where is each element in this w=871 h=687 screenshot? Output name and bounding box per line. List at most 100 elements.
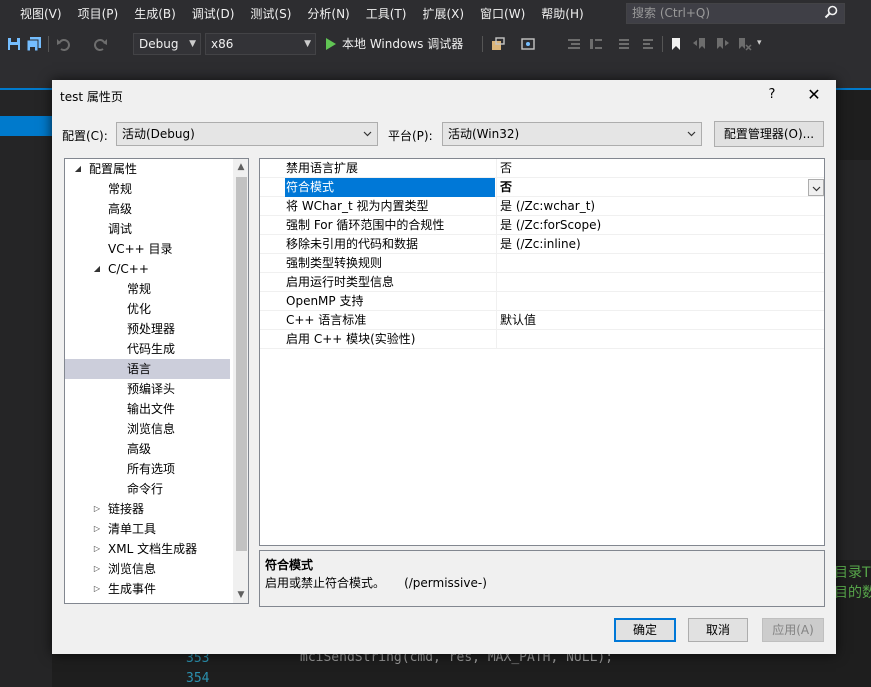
tree-item[interactable]: 预处理器 [65, 319, 230, 339]
platform-select[interactable]: x86 ▼ [205, 33, 316, 55]
configuration-manager-button[interactable]: 配置管理器(O)... [714, 121, 824, 147]
tree-item[interactable]: 输出文件 [65, 399, 230, 419]
comment-icon[interactable] [616, 36, 632, 52]
property-row[interactable]: OpenMP 支持 [260, 292, 824, 311]
property-value[interactable]: 默认值 [496, 311, 808, 330]
toolbar-separator [482, 36, 483, 52]
property-row[interactable]: 将 WChar_t 视为内置类型 是 (/Zc:wchar_t) [260, 197, 824, 216]
menu-build[interactable]: 生成(B) [126, 0, 184, 28]
undo-icon[interactable] [56, 36, 72, 52]
tree-item[interactable]: ▷ 浏览信息 [65, 559, 230, 579]
property-name: 强制类型转换规则 [286, 256, 383, 270]
tree-item[interactable]: VC++ 目录 [65, 239, 230, 259]
property-value[interactable]: 是 (/Zc:wchar_t) [496, 197, 808, 216]
tree-item[interactable]: 所有选项 [65, 459, 230, 479]
tree-item[interactable]: ▷ 生成事件 [65, 579, 230, 599]
property-row[interactable]: 移除未引用的代码和数据 是 (/Zc:inline) [260, 235, 824, 254]
property-row[interactable]: 启用运行时类型信息 [260, 273, 824, 292]
property-value[interactable] [496, 273, 808, 292]
property-row[interactable]: C++ 语言标准 默认值 [260, 311, 824, 330]
bookmark-icon[interactable] [668, 36, 684, 52]
tree-item[interactable]: ◢ C/C++ [65, 259, 230, 279]
property-value[interactable]: 是 (/Zc:inline) [496, 235, 808, 254]
save-icon[interactable] [6, 36, 22, 52]
property-row[interactable]: 符合模式否 [260, 178, 824, 197]
tree-item[interactable]: 命令行 [65, 479, 230, 499]
property-row[interactable]: 强制 For 循环范围中的合规性 是 (/Zc:forScope) [260, 216, 824, 235]
property-value[interactable]: 否 [496, 178, 808, 197]
tree-item[interactable]: 常规 [65, 179, 230, 199]
ok-button[interactable]: 确定 [614, 618, 676, 642]
save-all-icon[interactable] [26, 36, 42, 52]
menu-window[interactable]: 窗口(W) [472, 0, 533, 28]
menu-view[interactable]: 视图(V) [0, 0, 70, 28]
platform-combo[interactable]: 活动(Win32) [442, 122, 702, 146]
tree-item[interactable]: 高级 [65, 439, 230, 459]
tree-scrollbar[interactable]: ▲ ▼ [233, 159, 248, 603]
property-dropdown-button[interactable] [808, 179, 824, 196]
apply-button[interactable]: 应用(A) [762, 618, 824, 642]
collapsed-triangle-icon[interactable]: ▷ [92, 579, 102, 599]
menu-debug[interactable]: 调试(D) [184, 0, 243, 28]
redo-icon[interactable] [92, 36, 108, 52]
config-label: 配置(C): [62, 129, 108, 143]
indent-icon[interactable] [566, 36, 582, 52]
property-row[interactable]: 强制类型转换规则 [260, 254, 824, 273]
clear-bookmarks-icon[interactable] [736, 36, 752, 52]
tree-item-label: 代码生成 [127, 342, 176, 356]
uncomment-icon[interactable] [640, 36, 656, 52]
next-bookmark-icon[interactable] [714, 36, 730, 52]
search-input[interactable]: 搜索 (Ctrl+Q) [626, 3, 845, 24]
collapsed-triangle-icon[interactable]: ▷ [92, 499, 102, 519]
property-value[interactable] [496, 254, 808, 273]
tree-item[interactable]: 调试 [65, 219, 230, 239]
outdent-icon[interactable] [588, 36, 604, 52]
tree-item-label: 所有选项 [127, 462, 176, 476]
property-value[interactable] [496, 292, 808, 311]
menu-test[interactable]: 测试(S) [242, 0, 299, 28]
menu-extensions[interactable]: 扩展(X) [414, 0, 472, 28]
property-value[interactable]: 否 [496, 159, 808, 178]
collapsed-triangle-icon[interactable]: ▷ [92, 539, 102, 559]
tree-item[interactable]: ◢ 配置属性 [65, 159, 230, 179]
tree-item[interactable]: 常规 [65, 279, 230, 299]
tree-item[interactable]: 优化 [65, 299, 230, 319]
collapsed-triangle-icon[interactable]: ▷ [92, 519, 102, 539]
solution-explorer-icon[interactable] [520, 36, 536, 52]
scroll-down-icon[interactable]: ▼ [233, 587, 248, 603]
cancel-button[interactable]: 取消 [688, 618, 748, 642]
tree-item[interactable]: ▷ XML 文档生成器 [65, 539, 230, 559]
property-row[interactable]: 启用 C++ 模块(实验性) [260, 330, 824, 349]
tree-item[interactable]: 预编译头 [65, 379, 230, 399]
tree-item-label: 命令行 [127, 482, 164, 496]
overflow-chevron-icon[interactable]: ▾ [757, 38, 762, 48]
scroll-up-icon[interactable]: ▲ [233, 159, 248, 175]
menu-help[interactable]: 帮助(H) [533, 0, 591, 28]
tree-item[interactable]: 代码生成 [65, 339, 230, 359]
scrollbar-thumb[interactable] [236, 177, 247, 551]
property-value[interactable] [496, 330, 808, 349]
prev-bookmark-icon[interactable] [692, 36, 708, 52]
tree-item[interactable]: 语言 [65, 359, 230, 379]
property-value[interactable]: 是 (/Zc:forScope) [496, 216, 808, 235]
menu-analyze[interactable]: 分析(N) [299, 0, 357, 28]
attach-process-icon[interactable] [490, 36, 506, 52]
close-button[interactable]: ✕ [798, 82, 830, 108]
tree-item[interactable]: ▷ 清单工具 [65, 519, 230, 539]
collapsed-triangle-icon[interactable]: ▷ [92, 559, 102, 579]
line-number: 354 [186, 671, 210, 686]
expanded-triangle-icon[interactable]: ◢ [92, 259, 102, 279]
editor-right-area [836, 160, 871, 560]
expanded-triangle-icon[interactable]: ◢ [73, 159, 83, 179]
menu-tools[interactable]: 工具(T) [358, 0, 415, 28]
start-debugging-button[interactable]: 本地 Windows 调试器 [322, 33, 463, 55]
tree-item[interactable]: 高级 [65, 199, 230, 219]
property-row[interactable]: 禁用语言扩展 否 [260, 159, 824, 178]
tree-item[interactable]: ▷ 链接器 [65, 499, 230, 519]
configuration-combo[interactable]: 活动(Debug) [116, 122, 378, 146]
tree-item[interactable]: 浏览信息 [65, 419, 230, 439]
tree-item-label: C/C++ [108, 262, 149, 276]
config-select[interactable]: Debug ▼ [133, 33, 201, 55]
menu-project[interactable]: 项目(P) [70, 0, 127, 28]
help-button[interactable]: ? [758, 82, 786, 108]
